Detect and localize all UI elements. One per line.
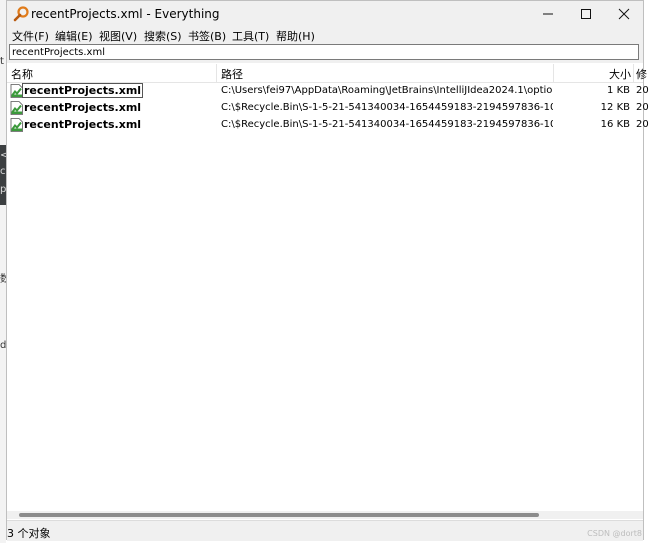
scrollbar-thumb[interactable] bbox=[19, 513, 539, 517]
xml-file-icon bbox=[10, 101, 23, 115]
menu-bookmarks[interactable]: 书签(B) bbox=[188, 28, 226, 44]
file-name[interactable]: recentProjects.xml bbox=[24, 118, 141, 131]
background-glyph: t bbox=[0, 56, 4, 67]
results-header: 名称 路径 大小 修 bbox=[7, 64, 647, 83]
result-row[interactable]: recentProjects.xml C:\Users\fei97\AppDat… bbox=[7, 83, 649, 100]
background-glyph: c bbox=[0, 166, 6, 177]
menu-search[interactable]: 搜索(S) bbox=[144, 28, 182, 44]
menu-tools[interactable]: 工具(T) bbox=[232, 28, 269, 44]
column-divider[interactable] bbox=[633, 64, 634, 82]
menu-bar: 文件(F) 编辑(E) 视图(V) 搜索(S) 书签(B) 工具(T) 帮助(H… bbox=[7, 27, 643, 43]
window-title: recentProjects.xml - Everything bbox=[31, 7, 220, 21]
status-bar: 3 个对象 bbox=[7, 520, 643, 541]
file-path: C:\$Recycle.Bin\S-1-5-21-541340034-16544… bbox=[221, 119, 553, 130]
close-button[interactable] bbox=[603, 1, 645, 27]
title-bar[interactable]: recentProjects.xml - Everything bbox=[7, 1, 643, 27]
column-header-path[interactable]: 路径 bbox=[221, 66, 243, 82]
menu-view[interactable]: 视图(V) bbox=[99, 28, 137, 44]
file-size: 16 KB bbox=[600, 119, 630, 130]
file-path: C:\$Recycle.Bin\S-1-5-21-541340034-16544… bbox=[221, 102, 553, 113]
column-header-size[interactable]: 大小 bbox=[609, 66, 631, 82]
search-bar bbox=[7, 43, 643, 63]
magnifier-icon bbox=[13, 6, 29, 22]
file-name[interactable]: recentProjects.xml bbox=[21, 83, 144, 98]
minimize-icon bbox=[543, 13, 553, 15]
xml-file-icon bbox=[10, 118, 23, 132]
everything-window: recentProjects.xml - Everything 文件(F) 编辑… bbox=[6, 0, 649, 541]
file-size: 12 KB bbox=[600, 102, 630, 113]
result-row[interactable]: recentProjects.xml C:\$Recycle.Bin\S-1-5… bbox=[7, 100, 649, 117]
file-modified: 20 bbox=[636, 102, 649, 113]
search-input[interactable] bbox=[9, 44, 639, 60]
object-count: 3 个对象 bbox=[7, 527, 51, 540]
minimize-button[interactable] bbox=[527, 1, 569, 27]
column-divider[interactable] bbox=[553, 64, 554, 82]
menu-edit[interactable]: 编辑(E) bbox=[55, 28, 93, 44]
result-row[interactable]: recentProjects.xml C:\$Recycle.Bin\S-1-5… bbox=[7, 117, 649, 134]
column-divider[interactable] bbox=[216, 64, 217, 82]
close-icon bbox=[618, 8, 630, 20]
file-modified: 20 bbox=[636, 85, 649, 96]
maximize-icon bbox=[581, 9, 591, 19]
file-modified: 20 bbox=[636, 119, 649, 130]
watermark: CSDN @dort8 bbox=[587, 529, 642, 538]
file-path: C:\Users\fei97\AppData\Roaming\JetBrains… bbox=[221, 85, 553, 96]
file-name[interactable]: recentProjects.xml bbox=[24, 101, 141, 114]
column-header-name[interactable]: 名称 bbox=[11, 66, 33, 82]
maximize-button[interactable] bbox=[565, 1, 607, 27]
xml-file-icon bbox=[10, 84, 23, 98]
menu-file[interactable]: 文件(F) bbox=[12, 28, 49, 44]
horizontal-scrollbar[interactable] bbox=[7, 511, 643, 519]
menu-help[interactable]: 帮助(H) bbox=[276, 28, 315, 44]
column-header-modified[interactable]: 修 bbox=[636, 66, 647, 82]
file-size: 1 KB bbox=[607, 85, 630, 96]
